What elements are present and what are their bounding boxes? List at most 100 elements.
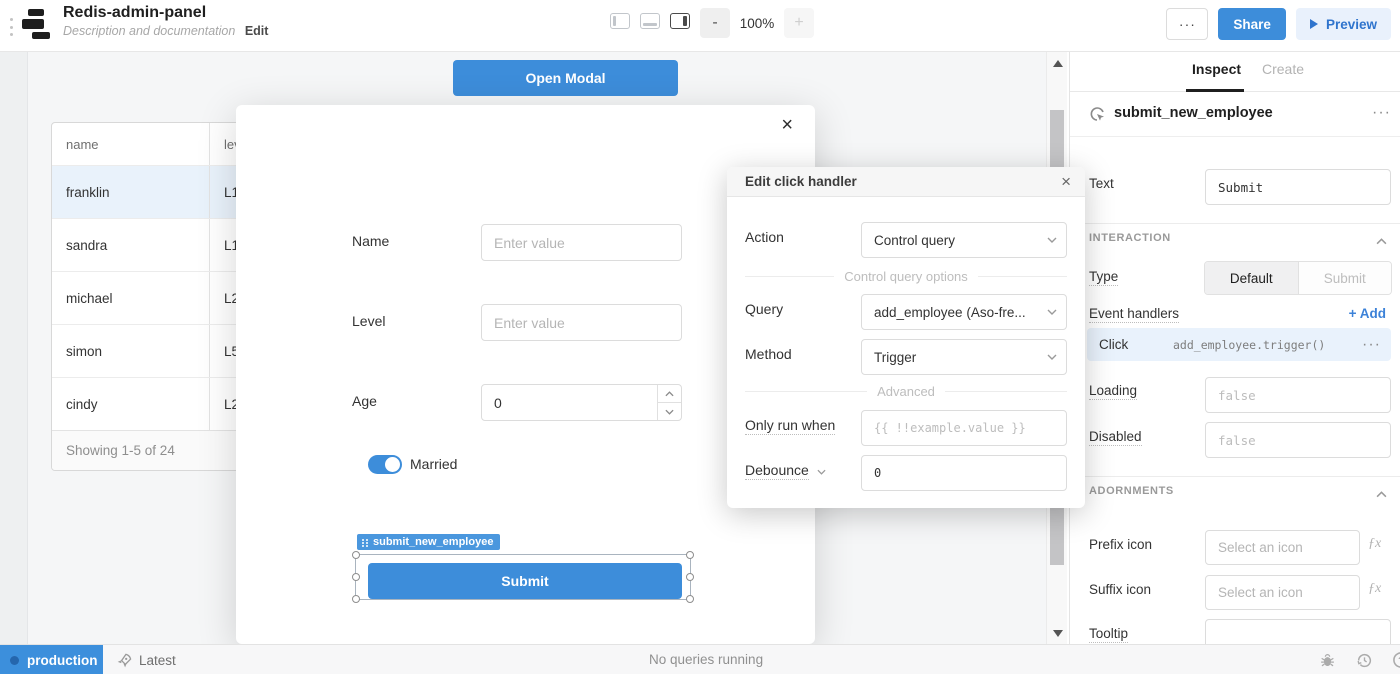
toggle-bottom-panel-icon[interactable] — [640, 13, 660, 29]
scroll-down-icon[interactable] — [1047, 624, 1068, 642]
widget-more-button[interactable]: ··· — [1372, 104, 1391, 122]
resize-handle[interactable] — [352, 551, 360, 559]
layout-toggles — [610, 13, 690, 29]
resize-handle[interactable] — [686, 573, 694, 581]
event-handlers-label: Event handlers — [1089, 306, 1179, 323]
environment-selector[interactable]: production — [0, 645, 103, 674]
close-icon[interactable]: × — [1061, 172, 1071, 192]
chevron-down-icon — [1047, 237, 1057, 243]
fx-icon[interactable]: ƒx — [1368, 581, 1381, 597]
action-select[interactable]: Control query — [861, 222, 1067, 258]
edit-click-handler-popup: Edit click handler × Action Control quer… — [727, 167, 1085, 508]
click-handler-row[interactable]: Click add_employee.trigger() ··· — [1087, 328, 1391, 361]
resize-handle[interactable] — [352, 573, 360, 581]
share-button[interactable]: Share — [1218, 8, 1286, 40]
environment-dot-icon — [10, 656, 19, 665]
zoom-out-button[interactable]: - — [700, 8, 730, 38]
open-modal-button[interactable]: Open Modal — [453, 60, 678, 96]
drag-handle-icon[interactable] — [8, 18, 14, 36]
collapse-adornments-icon[interactable] — [1376, 485, 1387, 503]
release-selector[interactable]: Latest — [107, 645, 186, 674]
section-adornments: ADORNMENTS — [1089, 485, 1174, 497]
help-icon[interactable]: ? — [1390, 649, 1400, 671]
handler-more-button[interactable]: ··· — [1362, 336, 1381, 354]
age-number-field — [481, 384, 682, 421]
chevron-down-icon — [1047, 354, 1057, 360]
toggle-right-panel-icon[interactable] — [670, 13, 690, 29]
disabled-property-input[interactable] — [1205, 422, 1391, 458]
resize-handle[interactable] — [686, 595, 694, 603]
suffix-icon-label: Suffix icon — [1089, 582, 1151, 597]
resize-handle[interactable] — [352, 595, 360, 603]
section-divider — [1070, 223, 1400, 224]
name-input[interactable] — [481, 224, 682, 261]
selected-widget-tag[interactable]: submit_new_employee — [357, 534, 500, 550]
debug-bug-icon[interactable] — [1316, 649, 1338, 671]
married-toggle-label: Married — [410, 456, 457, 472]
widget-name: submit_new_employee — [1114, 105, 1273, 121]
add-event-handler-button[interactable]: + Add — [1349, 306, 1386, 321]
only-run-when-label: Only run when — [745, 417, 835, 433]
married-toggle[interactable] — [368, 455, 402, 474]
edit-description-link[interactable]: Edit — [245, 24, 269, 38]
suffix-icon-input[interactable] — [1205, 575, 1360, 610]
app-description: Description and documentation — [63, 24, 235, 38]
submit-button[interactable]: Submit — [368, 563, 682, 599]
preview-button[interactable]: Preview — [1296, 8, 1391, 40]
column-header-name[interactable]: name — [52, 137, 209, 152]
tooltip-property-input[interactable] — [1205, 619, 1391, 644]
zoom-controls: - 100% + — [700, 8, 814, 38]
method-select[interactable]: Trigger — [861, 339, 1067, 375]
app-logo[interactable] — [20, 8, 50, 42]
button-widget-icon — [1088, 105, 1106, 128]
text-property-label: Text — [1089, 176, 1114, 191]
popup-title: Edit click handler — [745, 174, 857, 189]
type-option-submit[interactable]: Submit — [1299, 262, 1392, 294]
quantity-stepper — [657, 385, 681, 420]
stepper-down-icon[interactable] — [658, 403, 681, 420]
chevron-down-icon — [817, 469, 826, 475]
zoom-in-button[interactable]: + — [784, 8, 814, 38]
only-run-when-input[interactable] — [861, 410, 1067, 446]
action-label: Action — [745, 229, 784, 245]
panel-tabbar: Inspect Create — [1070, 52, 1400, 92]
query-select[interactable]: add_employee (Aso-fre... — [861, 294, 1067, 330]
advanced-divider: Advanced — [745, 384, 1067, 399]
canvas-left-gutter — [0, 52, 28, 644]
collapse-interaction-icon[interactable] — [1376, 232, 1387, 250]
loading-property-input[interactable] — [1205, 377, 1391, 413]
debounce-label: Debounce — [745, 462, 826, 478]
stepper-up-icon[interactable] — [658, 385, 681, 403]
drag-dots-icon — [361, 538, 369, 548]
topbar-actions: ··· Share Preview — [1166, 8, 1391, 40]
level-input[interactable] — [481, 304, 682, 341]
loading-property-label: Loading — [1089, 383, 1137, 400]
close-icon[interactable]: × — [781, 115, 793, 135]
handler-code: add_employee.trigger() — [1173, 338, 1362, 352]
resize-handle[interactable] — [686, 551, 694, 559]
play-icon — [1310, 19, 1318, 29]
type-option-default[interactable]: Default — [1205, 262, 1299, 294]
prefix-icon-label: Prefix icon — [1089, 537, 1152, 552]
statusbar-icons: ? — [1316, 649, 1400, 671]
text-property-input[interactable] — [1205, 169, 1391, 205]
rocket-icon — [117, 653, 132, 668]
age-input[interactable] — [482, 385, 657, 420]
selected-widget-row: submit_new_employee ··· — [1070, 92, 1400, 137]
toggle-left-panel-icon[interactable] — [610, 13, 630, 29]
chevron-down-icon — [1047, 309, 1057, 315]
more-menu-button[interactable]: ··· — [1166, 8, 1208, 40]
history-icon[interactable] — [1353, 649, 1375, 671]
fx-icon[interactable]: ƒx — [1368, 536, 1381, 552]
section-interaction: INTERACTION — [1089, 232, 1171, 244]
age-field-label: Age — [352, 393, 377, 409]
tab-inspect[interactable]: Inspect — [1192, 61, 1241, 77]
app-subtitle: Description and documentation Edit — [63, 24, 268, 38]
debounce-input[interactable] — [861, 455, 1067, 491]
type-property-label: Type — [1089, 269, 1118, 286]
handler-event: Click — [1099, 337, 1173, 352]
control-query-options-divider: Control query options — [745, 269, 1067, 284]
prefix-icon-input[interactable] — [1205, 530, 1360, 565]
tab-create[interactable]: Create — [1262, 61, 1304, 77]
scroll-up-icon[interactable] — [1047, 54, 1068, 72]
